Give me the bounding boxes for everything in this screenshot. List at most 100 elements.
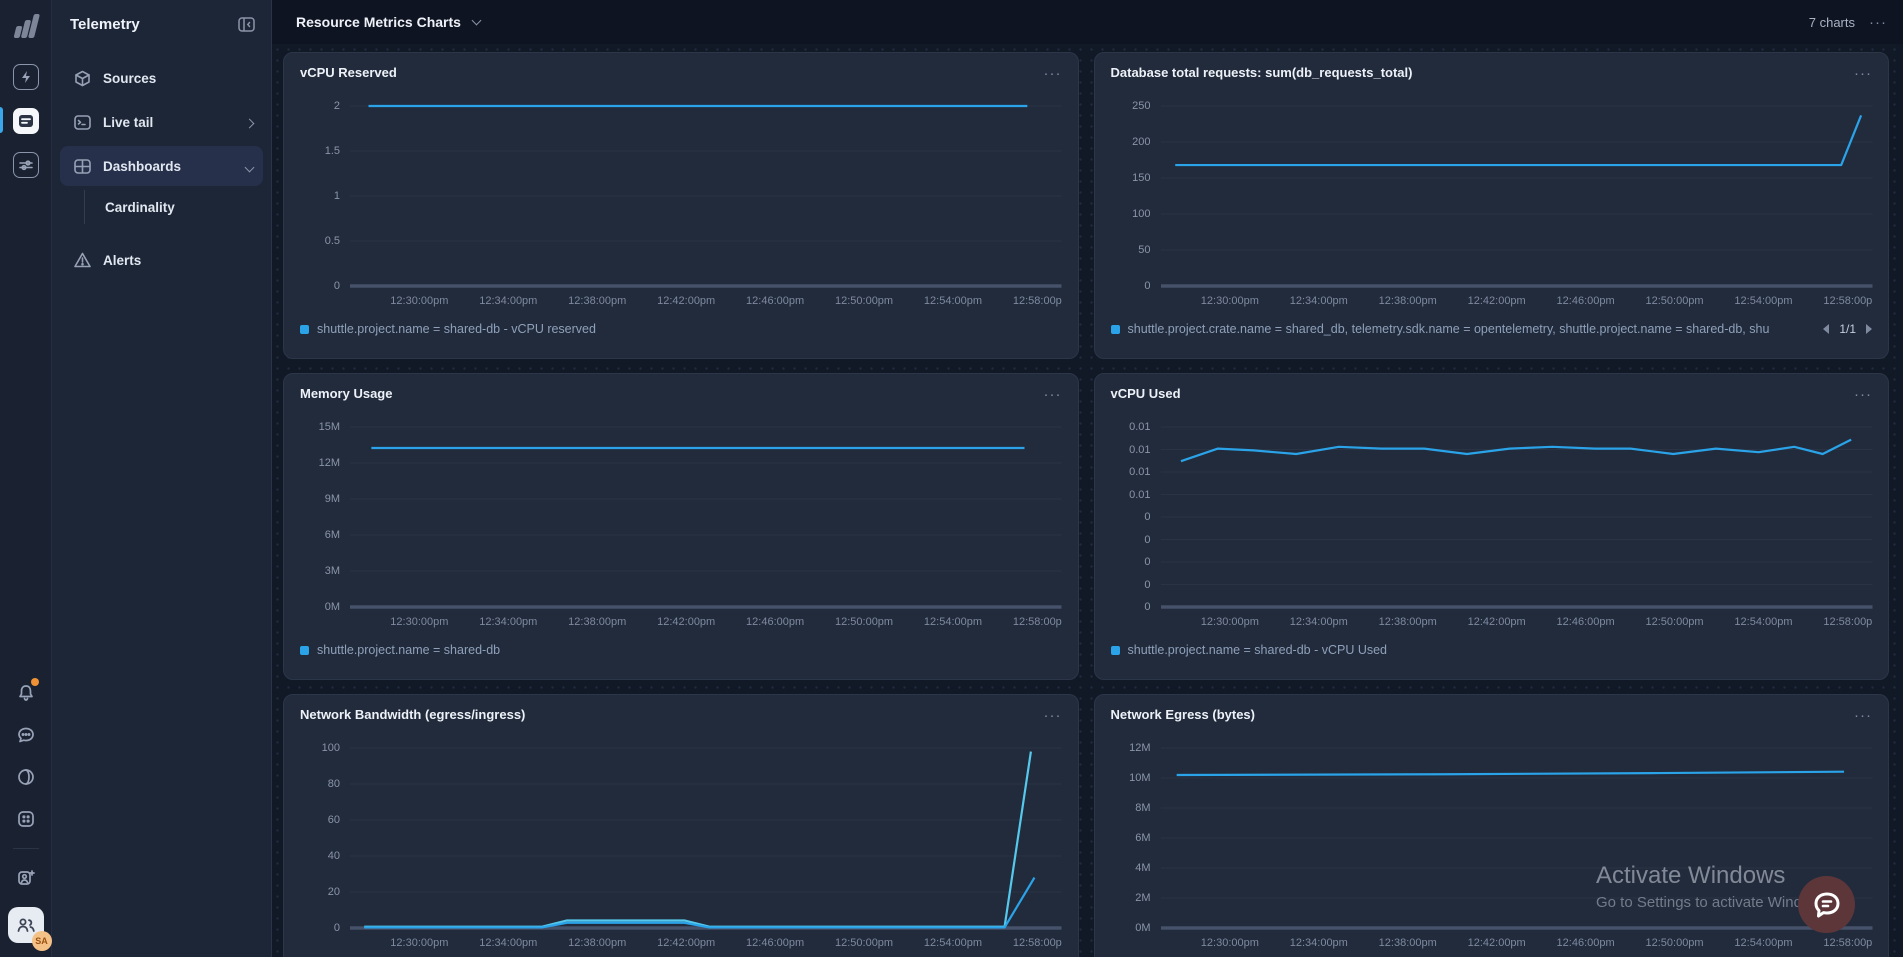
chart-menu-button[interactable]: ··· bbox=[1044, 65, 1062, 82]
chart-plot[interactable]: 15M12M9M6M3M0M 12:30:00pm12:34:00pm12:38… bbox=[300, 427, 1062, 629]
chart-plot[interactable]: 250200150100500 12:30:00pm12:34:00pm12:3… bbox=[1111, 106, 1873, 308]
y-axis: 21.510.50 bbox=[300, 106, 340, 286]
legend-label: shuttle.project.name = shared-db - vCPU … bbox=[317, 322, 596, 336]
sidebar-item-label: Sources bbox=[103, 71, 156, 86]
avatar: SA bbox=[32, 931, 52, 951]
invite-user-button[interactable] bbox=[13, 865, 39, 891]
telemetry-app-button[interactable] bbox=[13, 108, 39, 134]
chart-plot[interactable]: 21.510.50 12:30:00pm12:34:00pm12:38:00pm… bbox=[300, 106, 1062, 308]
legend-swatch bbox=[300, 325, 309, 334]
topbar: Resource Metrics Charts 7 charts ··· bbox=[272, 0, 1903, 44]
chart-card-network-bandwidth: Network Bandwidth (egress/ingress) ··· 1… bbox=[283, 694, 1079, 957]
charts-count: 7 charts bbox=[1809, 15, 1855, 30]
legend-swatch bbox=[1111, 325, 1120, 334]
chart-card-vcpu-used: vCPU Used ··· 0.010.010.010.0100000 12:3… bbox=[1094, 373, 1890, 680]
feedback-chat-button[interactable] bbox=[13, 722, 39, 748]
active-rail-indicator bbox=[0, 107, 3, 133]
chart-title: Network Bandwidth (egress/ingress) bbox=[300, 707, 525, 722]
telemetry-icon bbox=[18, 114, 34, 128]
apps-grid-icon bbox=[17, 810, 35, 828]
sidebar-item-live-tail[interactable]: Live tail bbox=[60, 102, 263, 142]
main-area: Resource Metrics Charts 7 charts ··· vCP… bbox=[272, 0, 1903, 957]
legend-swatch bbox=[1111, 646, 1120, 655]
x-axis: 12:30:00pm12:34:00pm12:38:00pm12:42:00pm… bbox=[350, 613, 1062, 629]
dashboard-content: vCPU Reserved ··· 21.510.50 12:30:00pm12… bbox=[272, 44, 1903, 957]
chart-menu-button[interactable]: ··· bbox=[1854, 707, 1872, 724]
app-window: SA Telemetry Sources bbox=[0, 0, 1903, 957]
cube-icon bbox=[74, 70, 91, 87]
sidebar-item-label: Cardinality bbox=[105, 200, 175, 215]
uptime-app-button[interactable] bbox=[13, 64, 39, 90]
chart-card-vcpu-reserved: vCPU Reserved ··· 21.510.50 12:30:00pm12… bbox=[283, 52, 1079, 359]
notifications-button[interactable] bbox=[13, 680, 39, 706]
chevron-down-icon bbox=[245, 162, 255, 172]
y-axis: 250200150100500 bbox=[1111, 106, 1151, 286]
chat-launcher-button[interactable] bbox=[1798, 876, 1855, 933]
legend-label: shuttle.project.crate.name = shared_db, … bbox=[1128, 322, 1770, 336]
lightning-icon bbox=[20, 70, 32, 84]
chat-bubble-icon bbox=[1812, 890, 1842, 920]
chart-legend: shuttle.project.name = shared-db bbox=[300, 643, 1062, 657]
chart-menu-button[interactable]: ··· bbox=[1044, 707, 1062, 724]
dashboard-title[interactable]: Resource Metrics Charts bbox=[296, 14, 461, 30]
sidebar-item-label: Alerts bbox=[103, 253, 141, 268]
chart-title: Database total requests: sum(db_requests… bbox=[1111, 65, 1413, 80]
pager-next-icon[interactable] bbox=[1866, 324, 1872, 334]
sidebar-item-cardinality[interactable]: Cardinality bbox=[84, 190, 263, 224]
sidebar-gap bbox=[60, 228, 263, 236]
legend-label: shuttle.project.name = shared-db - vCPU … bbox=[1128, 643, 1388, 657]
chart-menu-button[interactable]: ··· bbox=[1044, 386, 1062, 403]
y-axis: 0.010.010.010.0100000 bbox=[1111, 427, 1151, 607]
team-icon bbox=[16, 917, 36, 933]
chart-card-network-egress: Network Egress (bytes) ··· 12M10M8M6M4M2… bbox=[1094, 694, 1890, 957]
sidebar-title: Telemetry bbox=[70, 16, 140, 33]
apps-button[interactable] bbox=[13, 806, 39, 832]
dashboard-menu-button[interactable]: ··· bbox=[1869, 14, 1887, 31]
y-axis: 100806040200 bbox=[300, 748, 340, 928]
chart-legend: shuttle.project.name = shared-db - vCPU … bbox=[300, 322, 1062, 336]
chat-icon bbox=[17, 726, 35, 744]
y-axis: 12M10M8M6M4M2M0M bbox=[1111, 748, 1151, 928]
sidebar-item-dashboards[interactable]: Dashboards bbox=[60, 146, 263, 186]
chart-legend: shuttle.project.name = shared-db - vCPU … bbox=[1111, 643, 1873, 657]
x-axis: 12:30:00pm12:34:00pm12:38:00pm12:42:00pm… bbox=[350, 292, 1062, 308]
sidebar-collapse-button[interactable] bbox=[235, 14, 257, 34]
dashboard-grid-icon bbox=[74, 159, 91, 174]
chart-title: Memory Usage bbox=[300, 386, 392, 401]
bell-icon bbox=[17, 684, 35, 702]
icon-rail: SA bbox=[0, 0, 52, 957]
alert-triangle-icon bbox=[74, 252, 91, 268]
x-axis: 12:30:00pm12:34:00pm12:38:00pm12:42:00pm… bbox=[1161, 613, 1873, 629]
chart-title: vCPU Used bbox=[1111, 386, 1181, 401]
sidebar-item-sources[interactable]: Sources bbox=[60, 58, 263, 98]
notification-badge bbox=[31, 678, 39, 686]
pager-prev-icon[interactable] bbox=[1823, 324, 1829, 334]
sliders-icon bbox=[19, 159, 33, 171]
panel-collapse-icon bbox=[238, 17, 255, 32]
chart-card-db-requests: Database total requests: sum(db_requests… bbox=[1094, 52, 1890, 359]
chart-title: Network Egress (bytes) bbox=[1111, 707, 1256, 722]
sidebar: Telemetry Sources bbox=[52, 0, 272, 957]
team-account-button[interactable]: SA bbox=[8, 907, 44, 943]
connections-app-button[interactable] bbox=[13, 152, 39, 178]
pager-label: 1/1 bbox=[1839, 322, 1856, 336]
charts-grid: vCPU Reserved ··· 21.510.50 12:30:00pm12… bbox=[272, 44, 1903, 957]
chart-menu-button[interactable]: ··· bbox=[1854, 65, 1872, 82]
rail-divider bbox=[13, 848, 39, 849]
chart-title: vCPU Reserved bbox=[300, 65, 397, 80]
dashboard-dropdown-chevron-icon[interactable] bbox=[472, 16, 482, 26]
x-axis: 12:30:00pm12:34:00pm12:38:00pm12:42:00pm… bbox=[350, 934, 1062, 950]
y-axis: 15M12M9M6M3M0M bbox=[300, 427, 340, 607]
theme-toggle-button[interactable] bbox=[13, 764, 39, 790]
invite-user-icon bbox=[17, 869, 35, 887]
x-axis: 12:30:00pm12:34:00pm12:38:00pm12:42:00pm… bbox=[1161, 934, 1873, 950]
sidebar-item-alerts[interactable]: Alerts bbox=[60, 240, 263, 280]
chart-plot[interactable]: 100806040200 12:30:00pm12:34:00pm12:38:0… bbox=[300, 748, 1062, 950]
betterstack-logo-icon[interactable] bbox=[15, 12, 37, 38]
chart-plot[interactable]: 0.010.010.010.0100000 12:30:00pm12:34:00… bbox=[1111, 427, 1873, 629]
chart-plot[interactable]: 12M10M8M6M4M2M0M 12:30:00pm12:34:00pm12:… bbox=[1111, 748, 1873, 950]
theme-contrast-icon bbox=[17, 768, 35, 786]
terminal-icon bbox=[74, 115, 91, 130]
x-axis: 12:30:00pm12:34:00pm12:38:00pm12:42:00pm… bbox=[1161, 292, 1873, 308]
chart-menu-button[interactable]: ··· bbox=[1854, 386, 1872, 403]
